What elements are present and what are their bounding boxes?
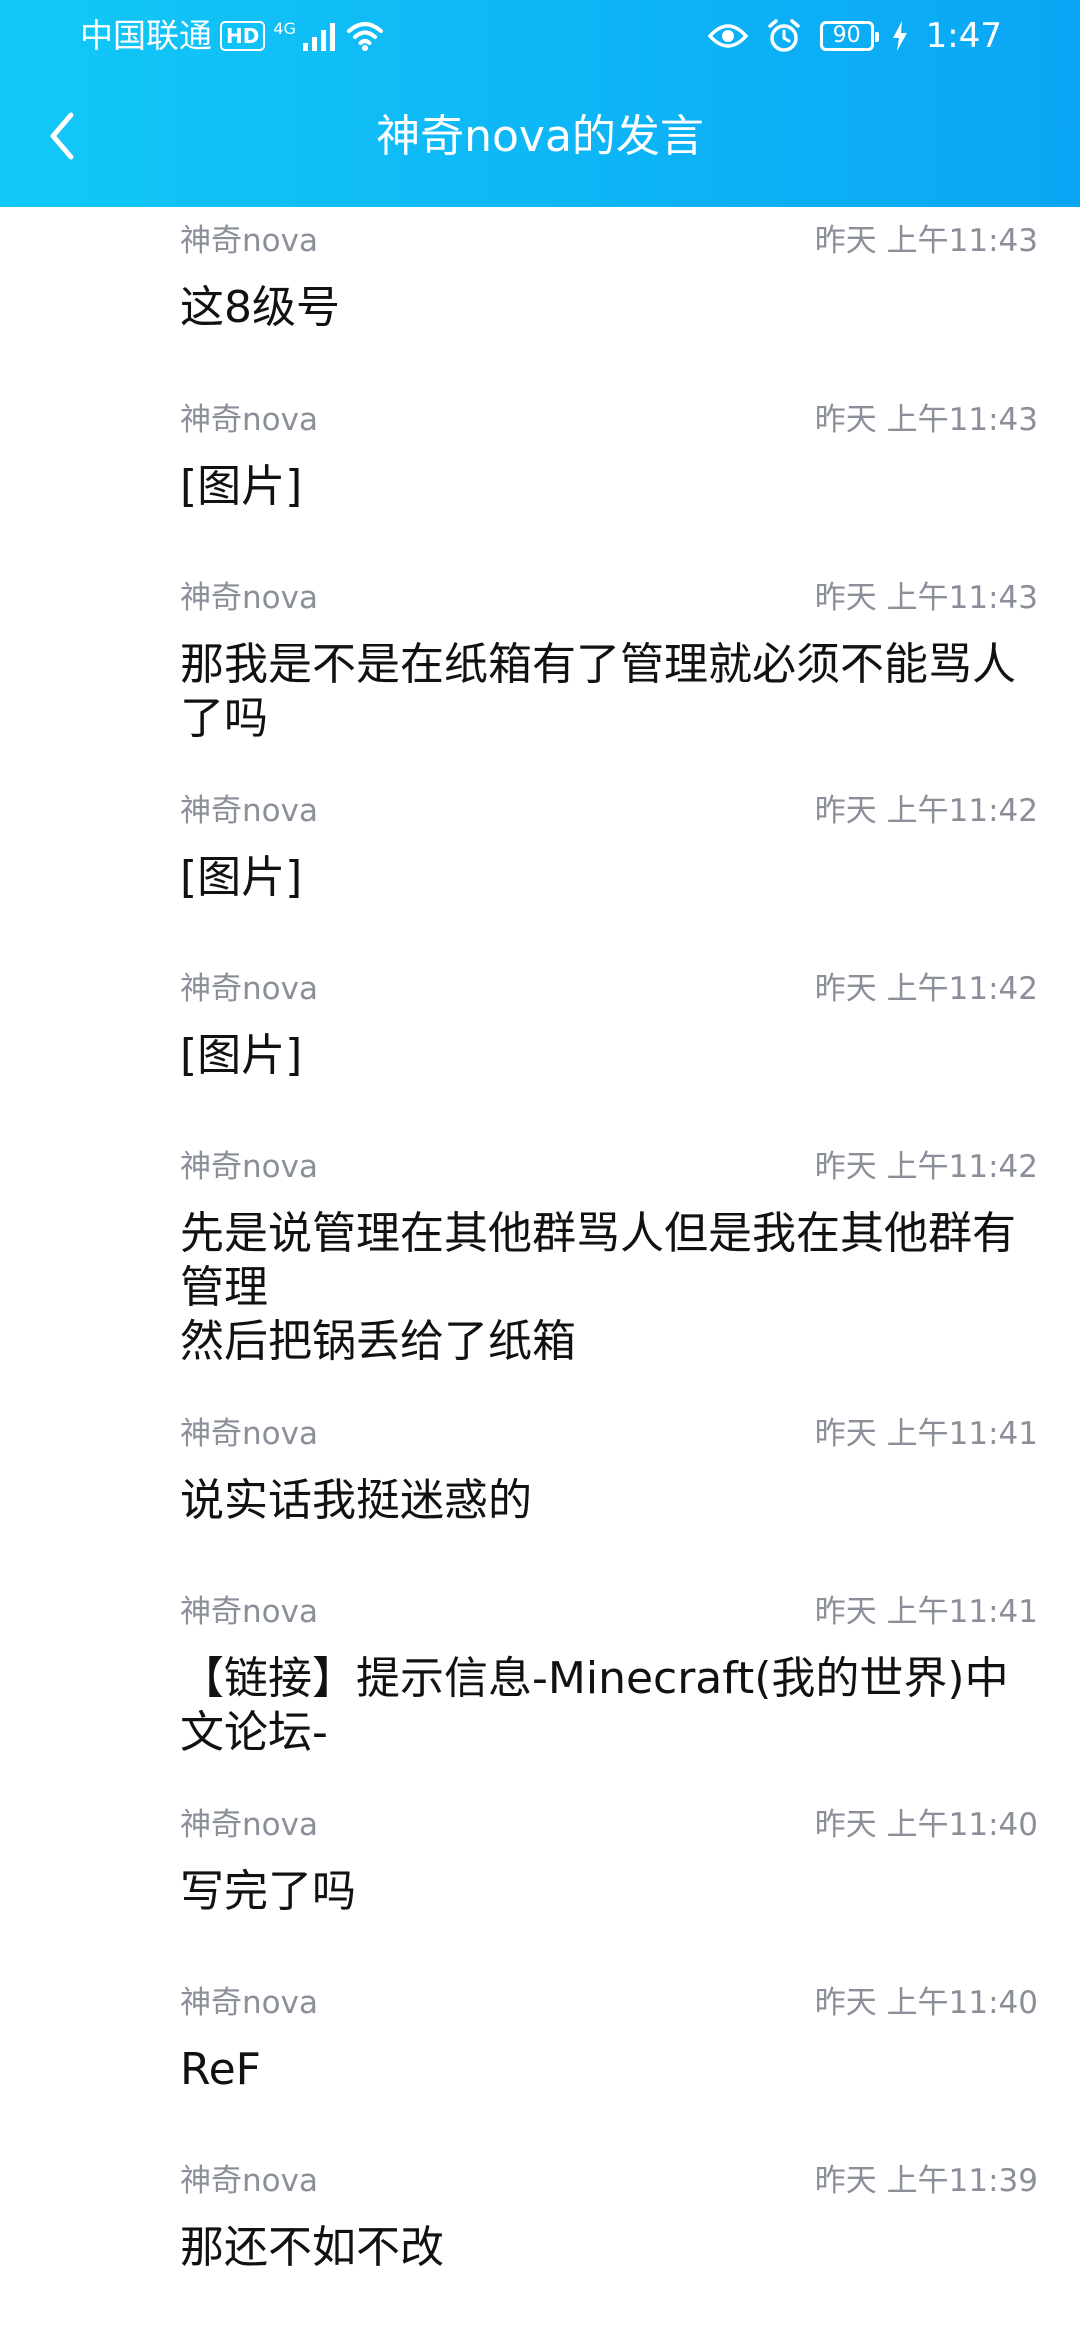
message-text: [图片] (180, 461, 303, 512)
message-author: 神奇nova (180, 2163, 318, 2199)
list-item[interactable]: 神奇nova 昨天 上午11:41 说实话我挺迷惑的 (180, 1414, 1038, 1528)
message-time: 昨天 上午11:41 (814, 1594, 1038, 1630)
list-item[interactable]: 神奇nova 昨天 上午11:42 先是说管理在其他群骂人但是我在其他群有管理 … (180, 1147, 1038, 1369)
message-author: 神奇nova (180, 580, 318, 616)
message-meta: 神奇nova 昨天 上午11:43 (180, 578, 1038, 618)
message-time: 昨天 上午11:41 (814, 1416, 1038, 1452)
message-author: 神奇nova (180, 1416, 318, 1452)
message-time: 昨天 上午11:39 (814, 2163, 1038, 2199)
message-text: 说实话我挺迷惑的 (180, 1475, 532, 1526)
message-text: 写完了吗 (180, 1866, 356, 1917)
list-item[interactable]: 神奇nova 昨天 上午11:43 [图片] (180, 400, 1038, 514)
app-header: 中国联通 HD 4G 90 1:47 神奇nova的发言 (0, 0, 1080, 207)
message-time: 昨天 上午11:40 (814, 1985, 1038, 2021)
list-item[interactable]: 神奇nova 昨天 上午11:42 [图片] (180, 791, 1038, 905)
status-icons: 90 1:47 (707, 16, 1002, 56)
list-item[interactable]: 神奇nova 昨天 上午11:43 这8级号 (180, 221, 1038, 335)
alarm-icon (767, 19, 800, 52)
eye-icon (707, 24, 748, 48)
message-meta: 神奇nova 昨天 上午11:41 (180, 1592, 1038, 1632)
list-item[interactable]: 神奇nova 昨天 上午11:42 [图片] (180, 969, 1038, 1083)
message-author: 神奇nova (180, 223, 318, 259)
message-text: 那还不如不改 (180, 2222, 444, 2273)
message-author: 神奇nova (180, 1807, 318, 1843)
message-time: 昨天 上午11:42 (814, 793, 1038, 829)
message-meta: 神奇nova 昨天 上午11:40 (180, 1983, 1038, 2023)
signal-icon (303, 23, 336, 51)
charging-icon (892, 21, 907, 51)
status-bar: 中国联通 HD 4G 90 1:47 (0, 0, 1080, 74)
list-item[interactable]: 神奇nova 昨天 上午11:40 写完了吗 (180, 1805, 1038, 1919)
battery-icon: 90 (819, 21, 879, 51)
message-author: 神奇nova (180, 1985, 318, 2021)
message-meta: 神奇nova 昨天 上午11:41 (180, 1414, 1038, 1454)
list-item[interactable]: 神奇nova 昨天 上午11:43 那我是不是在纸箱有了管理就必须不能骂人了吗 (180, 578, 1038, 746)
message-author: 神奇nova (180, 971, 318, 1007)
message-author: 神奇nova (180, 1594, 318, 1630)
carrier-info: 中国联通 HD 4G (80, 16, 385, 56)
message-meta: 神奇nova 昨天 上午11:40 (180, 1805, 1038, 1845)
message-author: 神奇nova (180, 793, 318, 829)
message-text: [图片] (180, 852, 303, 903)
message-text: 先是说管理在其他群骂人但是我在其他群有管理 然后把锅丢给了纸箱 (180, 1208, 1016, 1367)
message-meta: 神奇nova 昨天 上午11:39 (180, 2161, 1038, 2201)
wifi-icon (347, 22, 384, 51)
message-time: 昨天 上午11:43 (814, 580, 1038, 616)
message-meta: 神奇nova 昨天 上午11:43 (180, 400, 1038, 440)
network-type: 4G (273, 19, 296, 38)
message-author: 神奇nova (180, 402, 318, 438)
message-text: ReF (180, 2044, 261, 2095)
message-link[interactable]: 【链接】提示信息-Minecraft(我的世界)中文论坛- (180, 1652, 1038, 1760)
message-meta: 神奇nova 昨天 上午11:42 (180, 1147, 1038, 1187)
nav-bar: 神奇nova的发言 (0, 74, 1080, 207)
message-feed[interactable]: 神奇nova 昨天 上午11:43 这8级号 神奇nova 昨天 上午11:43… (0, 207, 1080, 2340)
message-meta: 神奇nova 昨天 上午11:43 (180, 221, 1038, 261)
list-item[interactable]: 神奇nova 昨天 上午11:41 【链接】提示信息-Minecraft(我的世… (180, 1592, 1038, 1760)
message-meta: 神奇nova 昨天 上午11:42 (180, 969, 1038, 1009)
message-meta: 神奇nova 昨天 上午11:42 (180, 791, 1038, 831)
message-time: 昨天 上午11:40 (814, 1807, 1038, 1843)
list-item[interactable]: 神奇nova 昨天 上午11:39 那还不如不改 (180, 2161, 1038, 2275)
message-time: 昨天 上午11:43 (814, 402, 1038, 438)
message-time: 昨天 上午11:43 (814, 223, 1038, 259)
page-title: 神奇nova的发言 (376, 111, 704, 162)
carrier-name: 中国联通 (80, 16, 212, 55)
clock: 1:47 (925, 16, 1002, 56)
message-author: 神奇nova (180, 1149, 318, 1185)
list-item[interactable]: 神奇nova 昨天 上午11:40 ReF (180, 1983, 1038, 2097)
message-text: 这8级号 (180, 282, 340, 333)
message-text: [图片] (180, 1030, 303, 1081)
hd-badge: HD (220, 21, 266, 51)
message-time: 昨天 上午11:42 (814, 1149, 1038, 1185)
message-text: 那我是不是在纸箱有了管理就必须不能骂人了吗 (180, 639, 1016, 744)
message-time: 昨天 上午11:42 (814, 971, 1038, 1007)
